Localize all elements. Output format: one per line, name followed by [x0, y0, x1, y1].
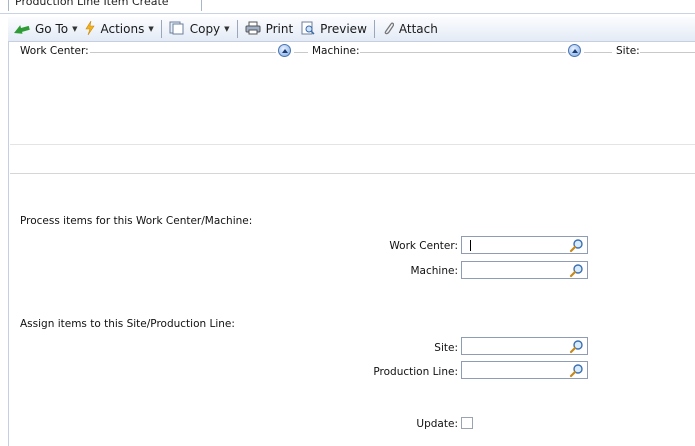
work-center-input[interactable]: [461, 236, 588, 254]
printer-icon: [245, 21, 261, 38]
process-section-heading: Process items for this Work Center/Machi…: [20, 215, 253, 227]
site-input[interactable]: [461, 337, 588, 355]
machine-label: Machine:: [410, 265, 459, 277]
copy-icon: [169, 21, 185, 38]
tab-title: Production Line Item Create: [15, 0, 169, 8]
search-icon[interactable]: [569, 339, 584, 354]
assign-section-heading: Assign items to this Site/Production Lin…: [20, 318, 235, 330]
tab-production-line-item-create[interactable]: Production Line Item Create: [8, 0, 202, 11]
toolbar-separator: [160, 20, 162, 38]
toolbar-separator: [236, 20, 238, 38]
chevron-down-icon: ▼: [148, 25, 154, 33]
divider: [584, 52, 612, 53]
divider: [640, 52, 695, 53]
goto-button[interactable]: Go To ▼: [8, 18, 81, 40]
search-icon[interactable]: [569, 263, 584, 278]
group-header-row: Work Center: Machine: Site:: [8, 42, 695, 60]
actions-button[interactable]: Actions ▼: [81, 18, 157, 40]
panel-left-border: [8, 42, 9, 446]
search-icon[interactable]: [569, 363, 584, 378]
work-center-label: Work Center:: [389, 240, 458, 252]
divider: [10, 144, 695, 145]
preview-button[interactable]: Preview: [297, 18, 371, 40]
site-label: Site:: [434, 342, 458, 354]
lightning-icon: [85, 20, 96, 38]
chevron-down-icon: ▼: [72, 25, 78, 33]
divider: [360, 52, 566, 53]
preview-icon: [301, 21, 315, 38]
divider: [90, 52, 276, 53]
collapse-machine-icon[interactable]: [568, 44, 581, 57]
divider: [10, 173, 695, 174]
group-label-machine: Machine:: [312, 45, 360, 57]
print-button[interactable]: Print: [241, 18, 298, 40]
chevron-down-icon: ▼: [224, 25, 230, 33]
text-cursor: [470, 240, 471, 251]
collapse-work-center-icon[interactable]: [278, 44, 291, 57]
update-checkbox[interactable]: [461, 417, 473, 429]
production-line-label: Production Line:: [373, 366, 458, 378]
production-line-input[interactable]: [461, 361, 588, 379]
paperclip-icon: [382, 21, 395, 38]
toolbar: Go To ▼ Actions ▼ Copy ▼ Print Preview A…: [8, 17, 695, 42]
update-label: Update:: [416, 418, 458, 430]
group-label-work-center: Work Center:: [20, 45, 89, 57]
go-to-arrow-icon: [12, 22, 30, 37]
tab-strip: Production Line Item Create: [0, 0, 695, 14]
search-icon[interactable]: [569, 238, 584, 253]
copy-button[interactable]: Copy ▼: [165, 18, 234, 40]
machine-input[interactable]: [461, 261, 588, 279]
attach-button[interactable]: Attach: [378, 18, 442, 40]
divider: [294, 52, 308, 53]
group-label-site: Site:: [616, 45, 640, 57]
toolbar-separator: [373, 20, 375, 38]
